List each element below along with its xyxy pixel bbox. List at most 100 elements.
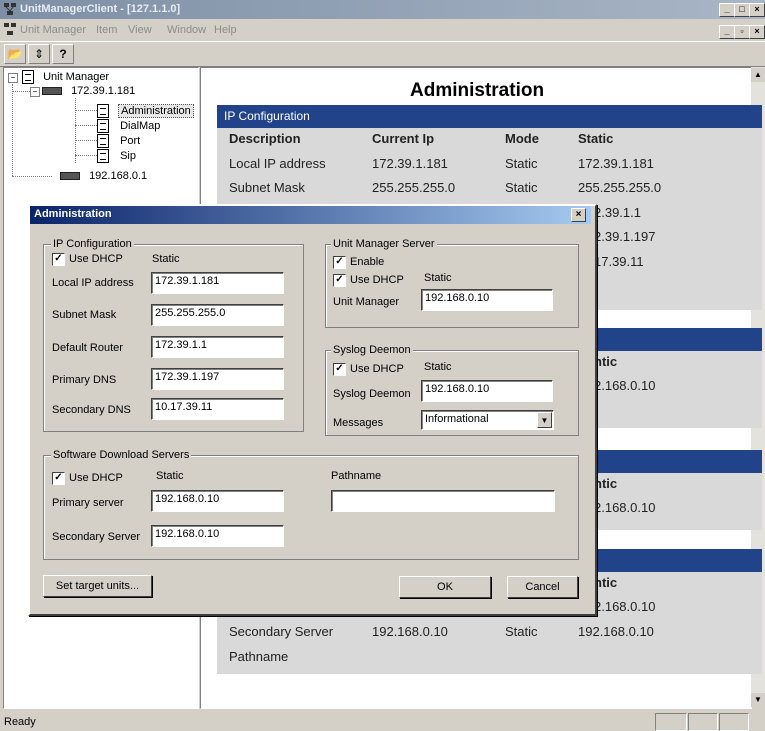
field-label: Primary DNS: [52, 374, 117, 386]
tree-node-label: Sip: [120, 149, 136, 162]
page-title: Administration: [410, 80, 545, 101]
menu-view[interactable]: View: [128, 24, 152, 36]
help-icon[interactable]: ?: [52, 44, 74, 64]
tree-node-label: Port: [120, 134, 141, 147]
section-header: IP Configuration: [217, 105, 762, 128]
dialog-title: Administration: [34, 208, 112, 220]
sw-use-dhcp-checkbox[interactable]: ✓: [52, 472, 65, 485]
menu-window[interactable]: Window: [167, 24, 206, 36]
dialog-title-bar[interactable]: [30, 206, 591, 224]
group-label: Syslog Deemon: [331, 344, 413, 356]
app-network-icon: [4, 3, 16, 15]
close-button[interactable]: ×: [749, 3, 765, 17]
set-target-units-button[interactable]: Set target units...: [43, 575, 152, 597]
checkbox-label: Enable: [350, 256, 385, 268]
tree-node-root[interactable]: Unit Manager: [22, 70, 109, 84]
table-cell: Local IP address: [229, 156, 326, 171]
table-cell: Pathname: [229, 649, 289, 664]
syslog-use-dhcp-checkbox[interactable]: ✓: [333, 363, 346, 376]
status-panel: [719, 713, 749, 731]
static-label: Static: [424, 272, 452, 284]
document-icon: [97, 104, 109, 118]
column-header: ntic: [594, 476, 618, 491]
refresh-icon[interactable]: ⇕: [28, 44, 50, 64]
checkbox-label: Use DHCP: [69, 472, 123, 484]
group-label: Unit Manager Server: [331, 238, 437, 250]
tree-node-sip[interactable]: Sip: [97, 149, 136, 163]
dialog-close-button[interactable]: ×: [571, 208, 586, 222]
column-header: Current Ip: [372, 131, 435, 146]
maximize-button[interactable]: □: [734, 3, 750, 17]
local-ip-input[interactable]: 172.39.1.181: [151, 272, 284, 294]
ok-button[interactable]: OK: [399, 576, 491, 598]
status-panel: [655, 713, 687, 731]
tree-node-host1[interactable]: 172.39.1.181: [42, 85, 135, 97]
enable-checkbox[interactable]: ✓: [333, 256, 346, 269]
open-folder-icon[interactable]: 📂: [4, 44, 26, 64]
group-label: IP Configuration: [51, 238, 134, 250]
tree-expander-root[interactable]: −: [8, 73, 18, 83]
status-panel: [688, 713, 718, 731]
minimize-button[interactable]: _: [719, 3, 735, 17]
table-cell: Static: [505, 156, 538, 171]
messages-select[interactable]: Informational: [421, 410, 554, 430]
table-cell: 255.255.255.0: [372, 180, 456, 195]
cancel-button[interactable]: Cancel: [507, 576, 578, 598]
primary-dns-input[interactable]: 172.39.1.197: [151, 368, 284, 390]
checkbox-label: Use DHCP: [69, 253, 123, 265]
tree-node-host2[interactable]: 192.168.0.1: [60, 170, 147, 182]
table-cell: Static: [505, 624, 538, 639]
scroll-up-arrow[interactable]: ▲: [751, 68, 765, 82]
table-cell: 2.168.0.10: [594, 500, 656, 515]
tree-node-dialmap[interactable]: DialMap: [97, 119, 160, 133]
static-label: Static: [156, 470, 184, 482]
um-use-dhcp-checkbox[interactable]: ✓: [333, 274, 346, 287]
mdi-minimize-button[interactable]: _: [719, 25, 735, 39]
secondary-server-input[interactable]: 192.168.0.10: [151, 525, 284, 547]
table-cell: 192.168.0.10: [372, 624, 448, 639]
column-header: ntic: [594, 575, 618, 590]
table-cell: 2.168.0.10: [594, 599, 656, 614]
table-cell: 2.39.1.197: [594, 229, 656, 244]
primary-server-input[interactable]: 192.168.0.10: [151, 490, 284, 512]
column-header: ntic: [594, 354, 618, 369]
default-router-input[interactable]: 172.39.1.1: [151, 336, 284, 358]
scroll-down-arrow[interactable]: ▼: [751, 693, 765, 707]
menu-item[interactable]: Item: [96, 24, 117, 36]
checkbox-label: Use DHCP: [350, 274, 404, 286]
server-icon: [42, 87, 62, 96]
mdi-close-button[interactable]: ×: [749, 25, 765, 39]
window-title: UnitManagerClient - [127.1.1.0]: [20, 3, 181, 15]
tree-expander-host1[interactable]: −: [30, 87, 40, 97]
mdi-child-icon[interactable]: [3, 22, 17, 36]
table-cell: 2.168.0.10: [594, 378, 656, 393]
tree-node-port[interactable]: Port: [97, 134, 140, 148]
chevron-down-icon[interactable]: ▼: [537, 412, 552, 428]
tree-node-label: 192.168.0.1: [89, 170, 148, 182]
table-cell: Static: [505, 180, 538, 195]
tree-node-label: Administration: [118, 103, 194, 118]
toolbar: [0, 41, 765, 67]
field-label: Local IP address: [52, 277, 134, 289]
tree-node-administration[interactable]: Administration: [97, 103, 194, 118]
table-cell: 2.39.1.1: [594, 205, 641, 220]
use-dhcp-checkbox[interactable]: ✓: [52, 253, 65, 266]
syslog-deemon-input[interactable]: 192.168.0.10: [421, 380, 553, 402]
table-cell: 255.255.255.0: [578, 180, 662, 195]
subnet-mask-input[interactable]: 255.255.255.0: [151, 304, 284, 326]
unit-manager-input[interactable]: 192.168.0.10: [421, 289, 553, 311]
field-label: Primary server: [52, 497, 124, 509]
status-text: Ready: [4, 716, 36, 728]
field-label: Unit Manager: [333, 296, 400, 308]
group-label: Software Download Servers: [51, 449, 192, 461]
tree-node-label: 172.39.1.181: [71, 85, 136, 97]
menu-help[interactable]: Help: [214, 24, 237, 36]
document-icon: [97, 149, 109, 163]
mdi-restore-button[interactable]: ▫: [734, 25, 750, 39]
tree-node-label: Unit Manager: [43, 70, 110, 83]
pathname-input[interactable]: [331, 490, 555, 512]
status-bar: [0, 709, 765, 731]
field-label: Subnet Mask: [52, 309, 117, 321]
menu-unit-manager[interactable]: Unit Manager: [20, 24, 86, 36]
secondary-dns-input[interactable]: 10.17.39.11: [151, 398, 284, 420]
